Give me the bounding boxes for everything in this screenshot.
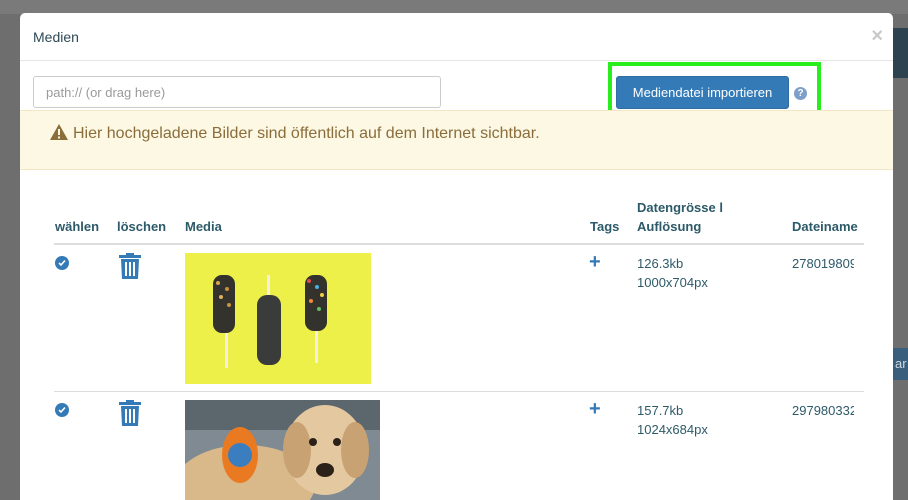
file-name: 297980332 [792,403,854,418]
media-thumbnail[interactable] [185,253,371,384]
media-modal: Medien × Mediendatei importieren ? Hier … [20,13,893,500]
background-top-band [0,0,908,14]
add-tag-icon[interactable]: + [589,252,601,272]
column-header-filename: Dateiname [792,219,858,234]
popsicles-image [185,253,371,384]
column-header-delete: löschen [117,219,167,234]
trash-icon[interactable] [119,400,141,426]
table-row-divider [54,391,864,392]
column-header-size: Datengrösse l Auflösung [637,198,723,236]
background-button[interactable]: ar [893,348,908,380]
modal-title: Medien [33,29,79,45]
file-name: 278019809 [792,256,854,271]
media-thumbnail[interactable] [185,400,380,500]
column-header-size-line2: Auflösung [637,219,702,234]
add-tag-icon[interactable]: + [589,399,601,419]
warning-icon [50,124,68,140]
help-icon[interactable]: ? [794,87,807,100]
path-input[interactable] [33,76,441,108]
modal-header: Medien × [20,13,893,61]
column-header-tags: Tags [590,219,620,234]
import-media-button[interactable]: Mediendatei importieren [616,76,789,109]
column-header-select: wählen [55,219,100,234]
background-button-label: ar [895,356,907,371]
background-dark-panel [893,28,908,78]
column-header-size-line1: Datengrösse l [637,200,723,215]
file-size: 126.3kb [637,256,684,271]
close-icon[interactable]: × [871,25,883,48]
column-header-media: Media [185,219,222,234]
file-resolution: 1024x684px [637,422,708,437]
table-header-divider [54,243,864,245]
select-check-icon[interactable] [55,256,69,270]
select-check-icon[interactable] [55,403,69,417]
file-size: 157.7kb [637,403,684,418]
warning-text: Hier hochgeladene Bilder sind öffentlich… [73,125,540,142]
file-resolution: 1000x704px [637,275,708,290]
dog-image [185,400,380,500]
warning-alert: Hier hochgeladene Bilder sind öffentlich… [20,110,893,170]
trash-icon[interactable] [119,253,141,279]
